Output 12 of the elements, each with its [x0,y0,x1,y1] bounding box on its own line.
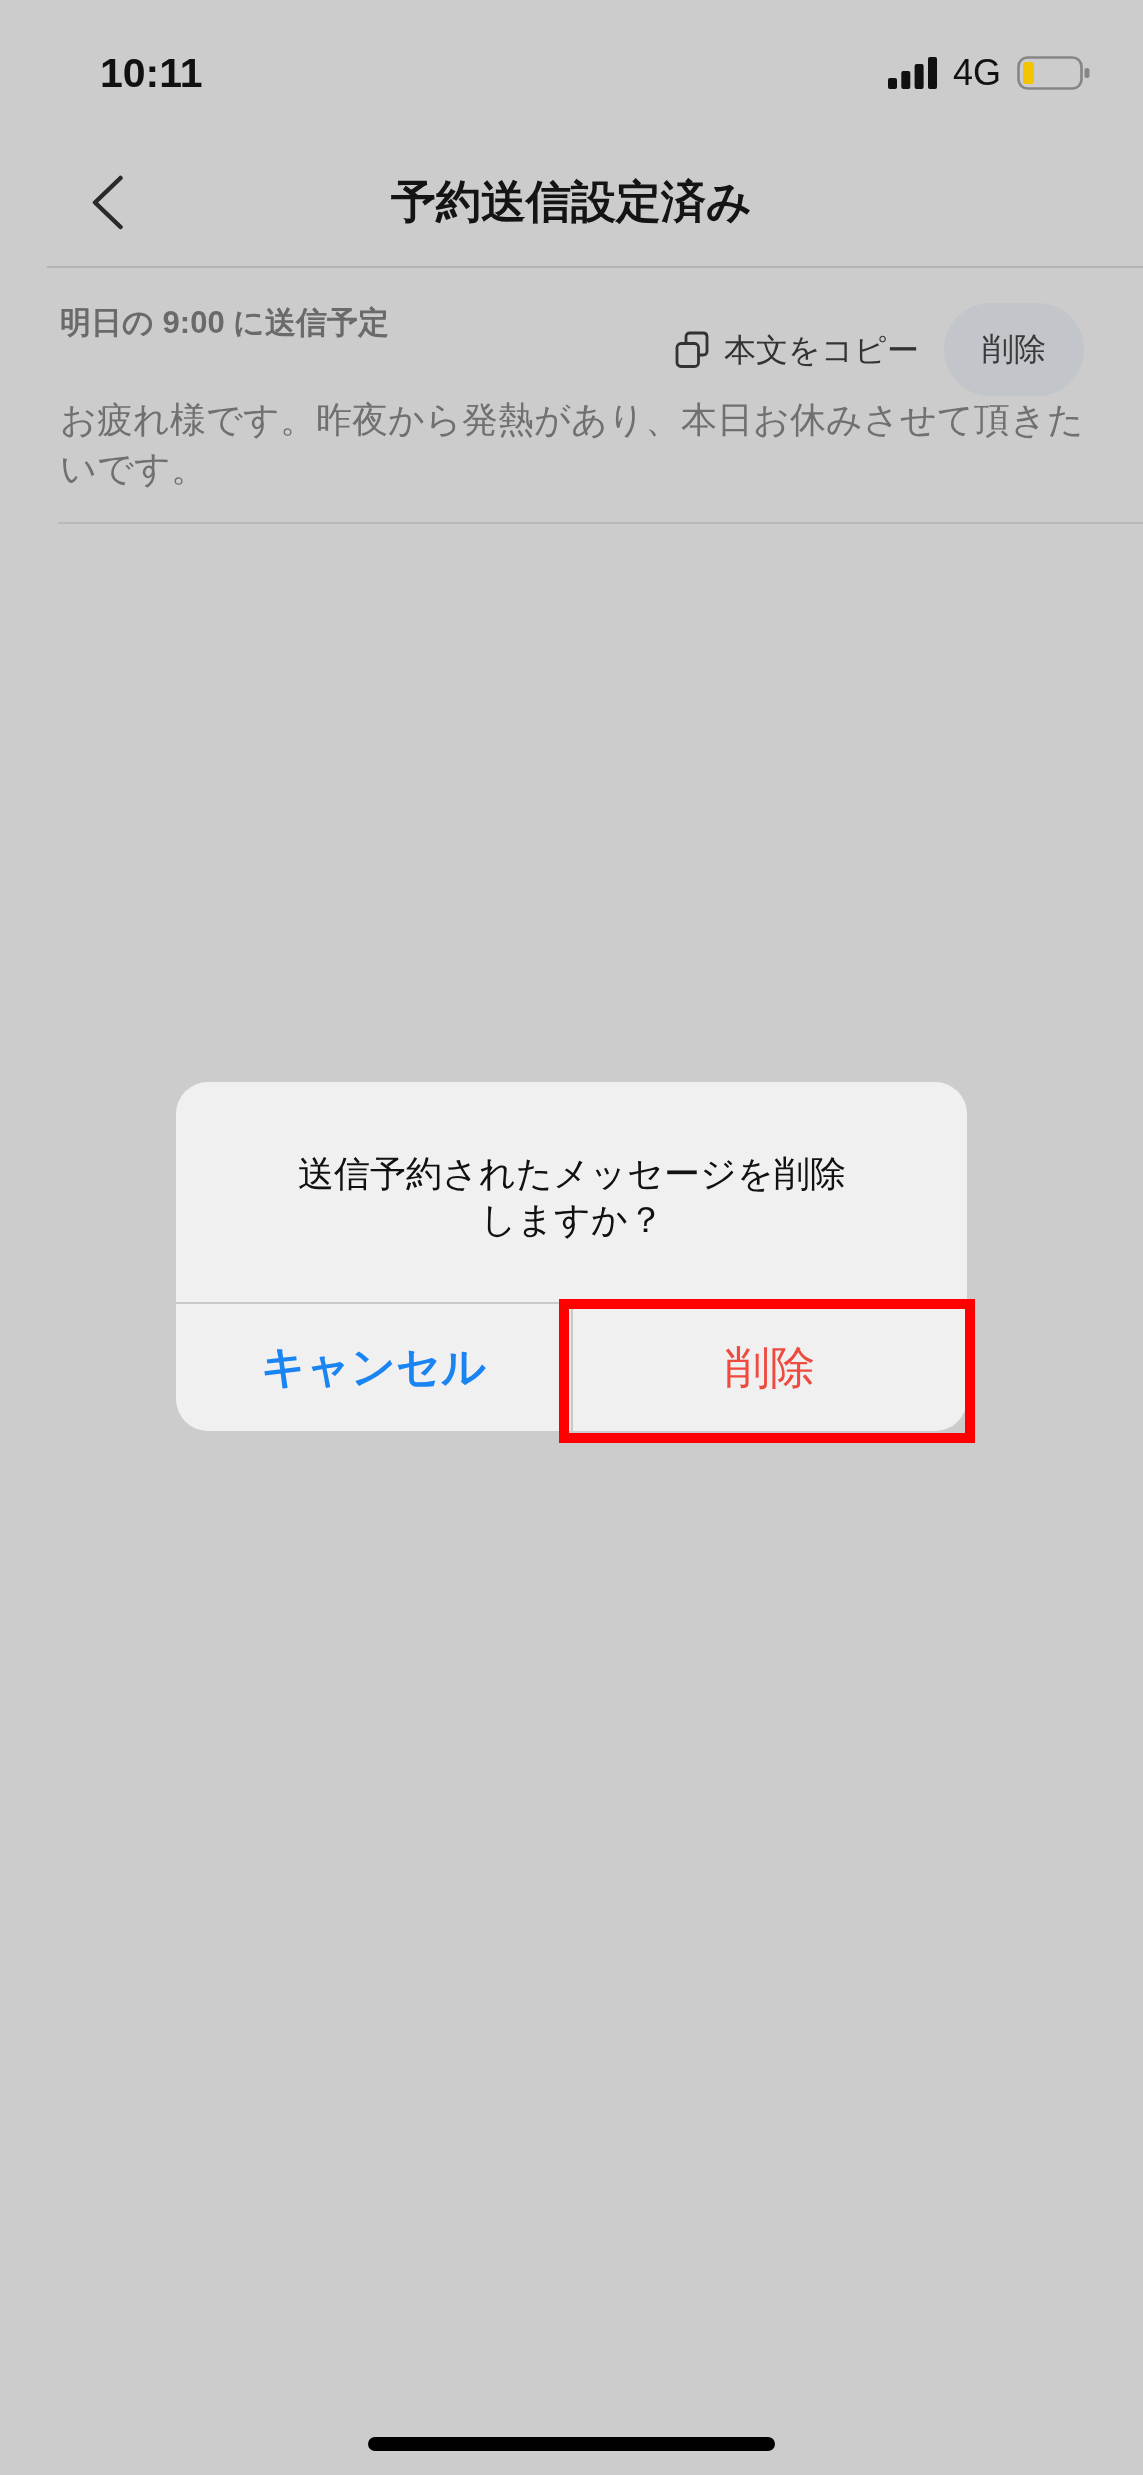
battery-icon [1017,56,1090,90]
delete-button[interactable]: 削除 [944,303,1084,396]
schedule-label: 明日の 9:00 に送信予定 [60,304,390,342]
copy-button[interactable]: 本文をコピー [675,329,919,370]
alert-message: 送信予約されたメッセージを削除しますか？ [296,1153,847,1242]
status-time: 10:11 [100,52,203,94]
chevron-left-icon[interactable] [91,174,124,230]
network-label: 4G [952,55,1001,91]
signal-icon [887,57,937,89]
message-body: お疲れ様です。昨夜から発熱があり、本日お休みさせて頂きたいです。 [60,399,1084,491]
copy-icon [675,331,709,368]
nav-title: 予約送信設定済み [391,175,752,229]
